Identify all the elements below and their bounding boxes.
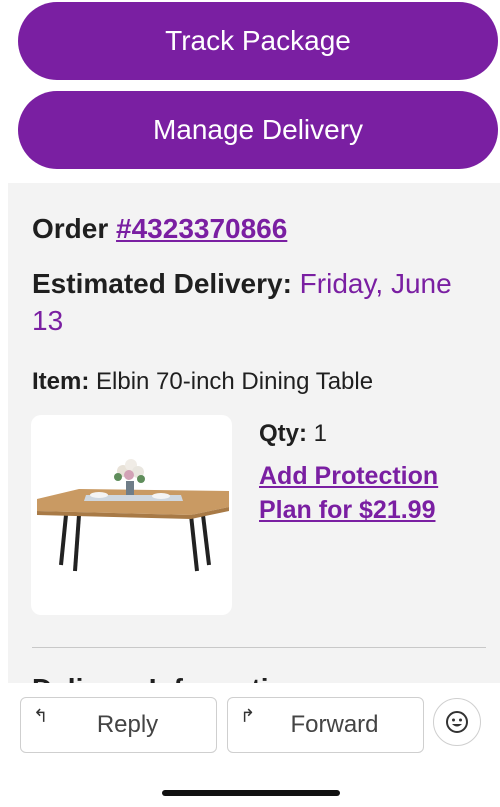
product-image[interactable] xyxy=(31,415,232,615)
dining-table-image xyxy=(37,459,229,572)
section-divider xyxy=(32,647,486,648)
order-label: Order xyxy=(32,213,109,244)
reply-icon: ↰ xyxy=(33,706,49,726)
home-indicator xyxy=(162,790,340,796)
forward-icon: ↱ xyxy=(240,706,256,726)
order-number-link[interactable]: #4323370866 xyxy=(116,213,287,244)
add-protection-plan-link[interactable]: Add Protection Plan for $21.99 xyxy=(259,459,479,527)
item-name: Elbin 70-inch Dining Table xyxy=(96,368,374,395)
reply-label: Reply xyxy=(96,711,159,738)
item-label: Item: xyxy=(32,368,90,395)
estimated-delivery: Estimated Delivery: Friday, June 13 xyxy=(32,265,472,339)
qty-label: Qty: xyxy=(259,420,307,447)
emoji-icon xyxy=(446,711,468,733)
eta-label: Estimated Delivery: xyxy=(32,268,292,299)
emoji-reaction-button[interactable] xyxy=(433,698,481,746)
quantity: Qty: 1 xyxy=(259,420,327,448)
forward-label: Forward xyxy=(290,711,379,738)
reply-button[interactable]: ↰ Reply xyxy=(20,697,217,753)
email-footer-bar: ↰ Reply ↱ Forward xyxy=(0,683,500,807)
track-package-button[interactable]: Track Package xyxy=(18,2,498,80)
item-line: Item: Elbin 70-inch Dining Table xyxy=(32,368,373,396)
qty-value: 1 xyxy=(313,420,328,447)
forward-button[interactable]: ↱ Forward xyxy=(227,697,424,753)
manage-delivery-button[interactable]: Manage Delivery xyxy=(18,91,498,169)
order-details-panel: Order #4323370866 Estimated Delivery: Fr… xyxy=(8,183,500,704)
order-line: Order #4323370866 xyxy=(32,213,287,245)
